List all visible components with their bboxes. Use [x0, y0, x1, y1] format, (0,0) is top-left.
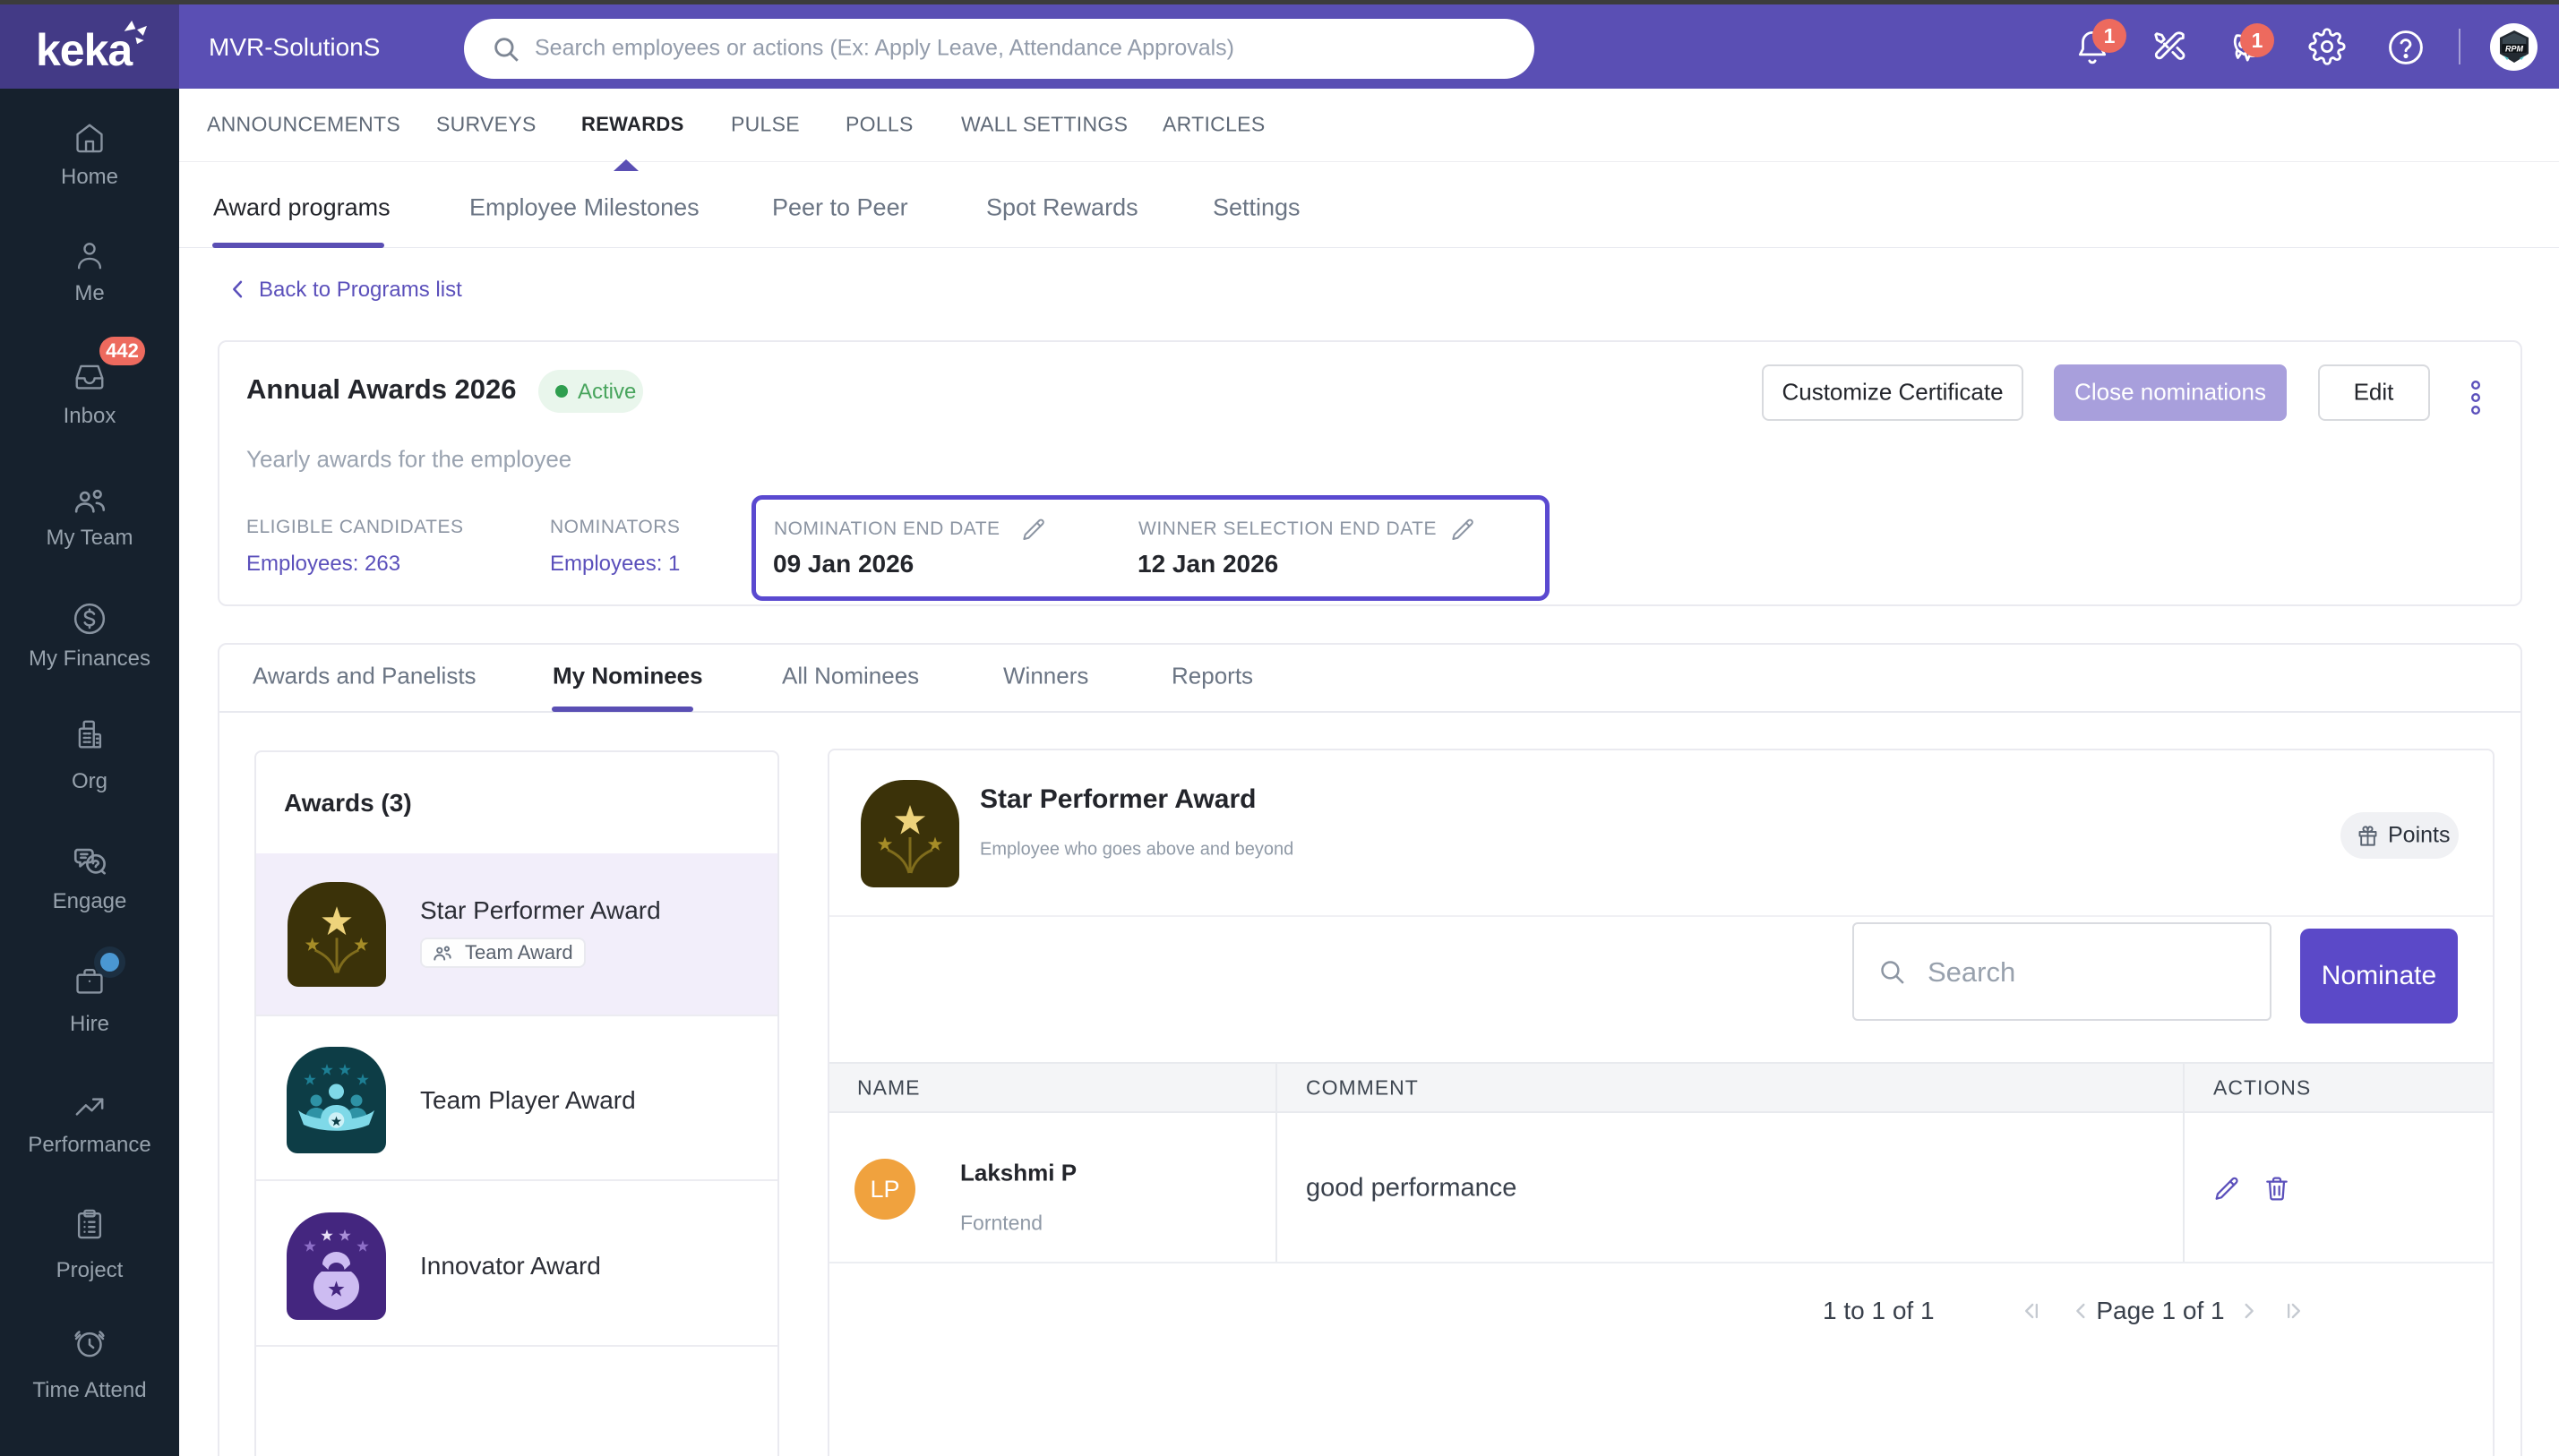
svg-text:RPM: RPM	[2505, 45, 2524, 54]
